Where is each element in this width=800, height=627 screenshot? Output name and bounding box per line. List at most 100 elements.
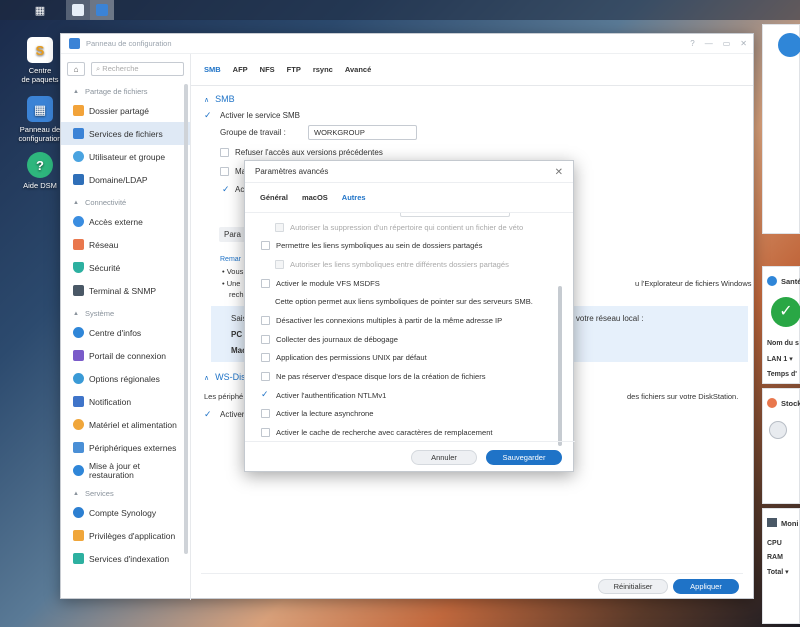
package-center-icon: S — [27, 37, 53, 63]
sidebar-section-connectivity[interactable]: ▲ Connectivité — [61, 195, 190, 210]
tab-advanced[interactable]: Avancé — [345, 65, 371, 74]
workgroup-input[interactable]: WORKGROUP — [308, 125, 417, 140]
option-row[interactable]: Autoriser les liens symboliques entre di… — [275, 257, 509, 271]
option-checkbox-checked[interactable] — [261, 389, 270, 400]
lan-label: LAN 1 ▾ — [767, 355, 793, 363]
tab-macos[interactable]: macOS — [302, 193, 328, 202]
chevron-down-icon[interactable]: ▾ — [785, 569, 789, 576]
option-checkbox[interactable] — [261, 240, 270, 250]
sidebar-scrollbar[interactable] — [184, 84, 188, 554]
external-access-icon — [73, 216, 84, 227]
option-label: Désactiver les connexions multiples à pa… — [276, 315, 503, 325]
sidebar-item-domain-ldap[interactable]: Domaine/LDAP — [61, 168, 190, 191]
maximize-icon[interactable]: ▭ — [723, 39, 731, 48]
user-widget — [762, 24, 800, 234]
option-checkbox[interactable] — [261, 408, 270, 418]
option-checkbox[interactable] — [261, 352, 270, 362]
search-input[interactable]: ⌕ Recherche — [91, 62, 184, 76]
sidebar-item-label: Dossier partagé — [89, 105, 150, 116]
option-row[interactable]: Permettre les liens symboliques au sein … — [261, 238, 482, 252]
minimize-icon[interactable]: — — [705, 39, 713, 48]
taskbar-app-package-center[interactable] — [66, 0, 90, 20]
option-row[interactable]: Collecter des journaux de débogage — [261, 332, 398, 346]
sidebar-item-label: Privilèges d'application — [89, 530, 176, 541]
help-icon[interactable]: ? — [690, 39, 694, 48]
sidebar-item-info-center[interactable]: Centre d'infos — [61, 321, 190, 344]
option-checkbox[interactable] — [261, 371, 270, 381]
dialog-scrollbar[interactable] — [558, 286, 562, 446]
tab-others[interactable]: Autres — [342, 193, 366, 202]
taskbar-app-control-panel[interactable] — [90, 0, 114, 20]
remark-bullet-text: u l'Explorateur de fichiers Windows pour — [635, 279, 753, 288]
tab-smb[interactable]: SMB — [204, 65, 221, 74]
sidebar-item-user-group[interactable]: Utilisateur et groupe — [61, 145, 190, 168]
sidebar-item-hardware-power[interactable]: Matériel et alimentation — [61, 413, 190, 436]
option-checkbox[interactable] — [261, 315, 270, 325]
advanced-settings-button[interactable]: Para — [219, 227, 246, 242]
option-checkbox[interactable] — [275, 259, 284, 269]
option-checkbox[interactable] — [275, 222, 284, 232]
sidebar-item-app-privileges[interactable]: Privilèges d'application — [61, 524, 190, 547]
enable-smb-checkbox[interactable]: ✓ — [204, 111, 212, 120]
sidebar-item-external-devices[interactable]: Périphériques externes — [61, 436, 190, 459]
sidebar-item-terminal-snmp[interactable]: Terminal & SNMP — [61, 279, 190, 302]
sidebar-item-label: Centre d'infos — [89, 327, 142, 338]
cancel-button[interactable]: Annuler — [411, 450, 477, 465]
tab-ftp[interactable]: FTP — [287, 65, 301, 74]
option-row[interactable]: Désactiver les connexions multiples à pa… — [261, 313, 502, 327]
user-icon[interactable] — [778, 33, 800, 57]
remark-bullet: • Une — [222, 279, 241, 288]
option-row[interactable]: Application des permissions UNIX par déf… — [261, 350, 427, 364]
tab-rsync[interactable]: rsync — [313, 65, 333, 74]
option-row[interactable]: Autoriser la suppression d'un répertoire… — [275, 220, 523, 234]
apply-button[interactable]: Appliquer — [673, 579, 739, 594]
tab-afp[interactable]: AFP — [233, 65, 248, 74]
save-button[interactable]: Sauvegarder — [486, 450, 562, 465]
control-panel-icon: ▦ — [27, 96, 53, 122]
tab-nfs[interactable]: NFS — [260, 65, 275, 74]
close-icon[interactable]: ✕ — [740, 39, 747, 48]
main-menu-button[interactable]: ▦ — [28, 0, 52, 20]
deny-previous-versions-checkbox[interactable] — [220, 148, 229, 157]
wsd-section-header[interactable]: ∧ WS-Dis — [204, 372, 246, 382]
tab-general[interactable]: Général — [260, 193, 288, 202]
sidebar-item-shared-folder[interactable]: Dossier partagé — [61, 99, 190, 122]
sidebar-item-update-restore[interactable]: Mise à jour et restauration — [61, 459, 190, 482]
chevron-up-icon: ∧ — [204, 97, 210, 104]
sidebar-item-notification[interactable]: Notification — [61, 390, 190, 413]
option-checkbox[interactable] — [261, 427, 270, 437]
partial-checkbox[interactable] — [220, 167, 229, 176]
package-icon — [72, 4, 84, 16]
sidebar-item-regional-options[interactable]: Options régionales — [61, 367, 190, 390]
lock-icon — [73, 530, 84, 541]
sidebar-section-file-sharing[interactable]: ▲ Partage de fichiers — [61, 84, 190, 99]
sidebar-item-network[interactable]: Réseau — [61, 233, 190, 256]
sidebar-item-synology-account[interactable]: Compte Synology — [61, 501, 190, 524]
chevron-down-icon[interactable]: ▾ — [789, 356, 793, 363]
option-row[interactable]: Activer l'authentification NTLMv1 — [261, 388, 386, 402]
option-checkbox[interactable] — [261, 278, 270, 288]
close-icon[interactable]: ✕ — [555, 167, 563, 178]
smb-section-header[interactable]: ∧ SMB — [204, 94, 235, 104]
terminal-icon — [73, 285, 84, 296]
sidebar-item-file-services[interactable]: Services de fichiers — [61, 122, 190, 145]
option-row[interactable]: Ne pas réserver d'espace disque lors de … — [261, 369, 486, 383]
option-row[interactable]: Activer la lecture asynchrone — [261, 406, 374, 420]
sidebar-item-indexing-services[interactable]: Services d'indexation — [61, 547, 190, 570]
option-row[interactable]: Activer le cache de recherche avec carac… — [261, 425, 493, 439]
home-button[interactable]: ⌂ — [67, 62, 85, 76]
partial-checked-checkbox[interactable]: ✓ — [222, 185, 230, 194]
workgroup-label: Groupe de travail : — [220, 128, 286, 137]
option-row[interactable]: Activer le module VFS MSDFS — [261, 276, 380, 290]
volume-icon — [769, 421, 787, 439]
enable-wsd-checkbox[interactable]: ✓ — [204, 410, 212, 419]
reset-button[interactable]: Réinitialiser — [598, 579, 668, 594]
sidebar-item-external-access[interactable]: Accès externe — [61, 210, 190, 233]
bulb-icon — [73, 419, 84, 430]
sidebar-item-label: Périphériques externes — [89, 442, 177, 453]
sidebar-item-security[interactable]: Sécurité — [61, 256, 190, 279]
sidebar-section-services[interactable]: ▲ Services — [61, 486, 190, 501]
option-checkbox[interactable] — [261, 334, 270, 344]
sidebar-item-login-portal[interactable]: Portail de connexion — [61, 344, 190, 367]
sidebar-section-system[interactable]: ▲ Système — [61, 306, 190, 321]
